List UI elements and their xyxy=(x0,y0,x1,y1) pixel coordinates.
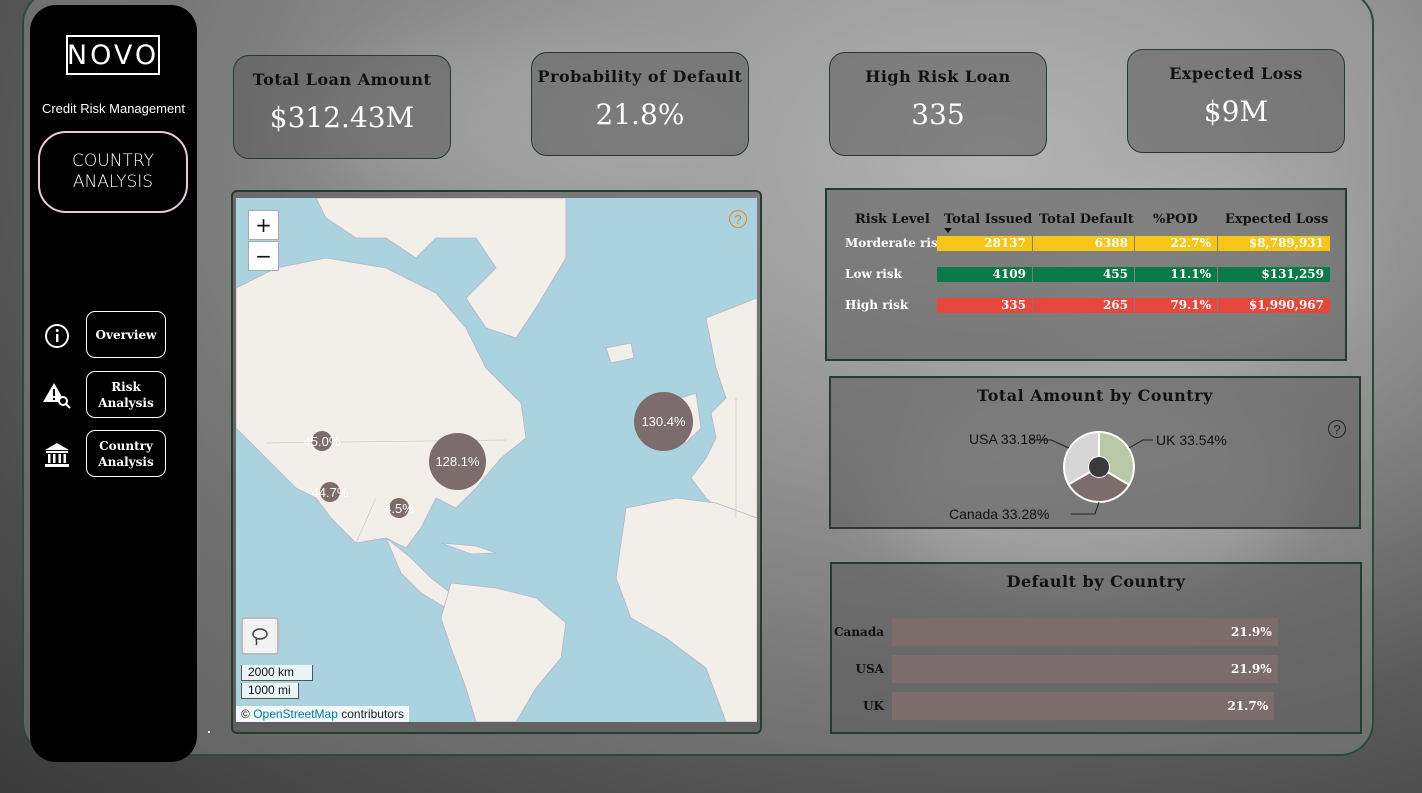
page-title: COUNTRY ANALYSIS xyxy=(38,131,188,213)
nav-overview-button[interactable]: Overview xyxy=(86,311,166,358)
risk-cell-pod[interactable]: 79.1% xyxy=(1135,298,1217,313)
bar-canada[interactable]: 21.9% xyxy=(892,618,1278,646)
default-by-country-card: Default by Country Canada 21.9% USA 21.9% UK… xyxy=(830,562,1362,734)
map-card: + − ? 45.0% 128.1% 44.7% 4.5% 130.4% 200… xyxy=(231,190,762,734)
brand-subtitle: Credit Risk Management xyxy=(41,101,186,116)
donut-leader-line xyxy=(1128,439,1153,449)
bar-category-label: Canada xyxy=(834,625,884,639)
risk-row-label[interactable]: High risk xyxy=(845,298,908,312)
scale-mi: 1000 mi xyxy=(241,683,299,699)
risk-cell-default[interactable]: 265 xyxy=(1033,298,1134,313)
kpi-total-loan-amount: Total Loan Amount $312.43M xyxy=(233,55,451,159)
risk-row-label[interactable]: Low risk xyxy=(845,267,902,281)
risk-cell-default[interactable]: 6388 xyxy=(1033,236,1134,251)
kpi-value: 335 xyxy=(911,98,965,131)
zoom-out-button[interactable]: − xyxy=(248,241,279,271)
risk-cell-pod[interactable]: 11.1% xyxy=(1135,267,1217,282)
kpi-title: Total Loan Amount xyxy=(252,70,432,89)
donut-label-uk: UK 33.54% xyxy=(1156,432,1227,448)
kpi-title: High Risk Loan xyxy=(865,67,1011,86)
map-bubble[interactable]: 4.5% xyxy=(384,498,414,518)
donut-label-canada: Canada 33.28% xyxy=(949,506,1050,522)
col-header-pod[interactable]: %POD xyxy=(1153,212,1198,227)
kpi-title: Expected Loss xyxy=(1169,64,1303,83)
donut-chart xyxy=(1031,430,1153,515)
lasso-icon xyxy=(252,628,268,646)
attribution-prefix: © xyxy=(241,707,250,721)
risk-cell-loss[interactable]: $131,259 xyxy=(1218,267,1330,282)
map-bubble[interactable]: 44.7% xyxy=(312,482,348,502)
risk-cell-loss[interactable]: $8,789,931 xyxy=(1218,236,1330,251)
risk-warning-search-icon xyxy=(42,380,72,410)
col-header-total-default[interactable]: Total Default xyxy=(1039,212,1134,227)
risk-cell-issued[interactable]: 335 xyxy=(937,298,1032,313)
bar-usa[interactable]: 21.9% xyxy=(892,655,1278,683)
map-land xyxy=(236,198,757,722)
risk-cell-pod[interactable]: 22.7% xyxy=(1135,236,1217,251)
risk-level-table: Risk Level Total Issued Total Default %P… xyxy=(825,188,1347,361)
risk-cell-issued[interactable]: 28137 xyxy=(937,236,1032,251)
zoom-in-button[interactable]: + xyxy=(248,210,279,240)
kpi-expected-loss: Expected Loss $9M xyxy=(1127,49,1345,153)
risk-cell-issued[interactable]: 4109 xyxy=(937,267,1032,282)
donut-leader-line xyxy=(1071,501,1100,515)
total-amount-by-country-card: Total Amount by Country ? USA 33.18% UK … xyxy=(829,376,1361,529)
map-view[interactable]: + − ? 45.0% 128.1% 44.7% 4.5% 130.4% 200… xyxy=(236,198,757,722)
novo-logo: NOVO xyxy=(66,35,160,75)
sort-desc-icon xyxy=(944,228,952,233)
openstreetmap-link[interactable]: OpenStreetMap xyxy=(253,707,338,721)
map-help-icon[interactable]: ? xyxy=(729,210,747,228)
donut-label-usa: USA 33.18% xyxy=(969,431,1049,447)
bank-icon xyxy=(42,440,72,470)
kpi-value: $9M xyxy=(1203,95,1269,128)
kpi-value: $312.43M xyxy=(269,101,415,134)
dot-marker xyxy=(208,731,210,733)
nav-risk-analysis-button[interactable]: Risk Analysis xyxy=(86,371,166,418)
col-header-total-issued[interactable]: Total Issued xyxy=(944,212,1032,227)
bar-category-label: UK xyxy=(863,699,884,713)
kpi-high-risk-loan: High Risk Loan 335 xyxy=(829,52,1047,156)
risk-row-label[interactable]: Morderate risk xyxy=(845,236,946,250)
map-bubble[interactable]: 128.1% xyxy=(429,433,486,490)
attribution-suffix: contributors xyxy=(341,707,404,721)
map-bubble[interactable]: 45.0% xyxy=(304,431,340,451)
lasso-select-button[interactable] xyxy=(241,617,279,655)
kpi-probability-of-default: Probability of Default 21.8% xyxy=(531,52,749,156)
info-icon xyxy=(42,321,72,351)
donut-hole xyxy=(1089,457,1109,477)
col-header-expected-loss[interactable]: Expected Loss xyxy=(1225,212,1328,227)
kpi-value: 21.8% xyxy=(595,98,685,131)
risk-cell-loss[interactable]: $1,990,967 xyxy=(1218,298,1330,313)
risk-cell-default[interactable]: 455 xyxy=(1033,267,1134,282)
bar-category-label: USA xyxy=(855,662,884,676)
col-header-risk-level[interactable]: Risk Level xyxy=(855,212,930,227)
map-bubble[interactable]: 130.4% xyxy=(634,392,693,451)
bar-chart: Canada 21.9% USA 21.9% UK 21.7% xyxy=(832,564,1364,736)
map-attribution: © OpenStreetMap contributors xyxy=(236,706,409,722)
scale-km: 2000 km xyxy=(241,665,313,681)
sidebar: NOVO Credit Risk Management COUNTRY ANAL… xyxy=(30,5,197,762)
kpi-title: Probability of Default xyxy=(537,67,743,86)
nav-country-analysis-button[interactable]: Country Analysis xyxy=(86,430,166,477)
bar-uk[interactable]: 21.7% xyxy=(892,692,1275,720)
